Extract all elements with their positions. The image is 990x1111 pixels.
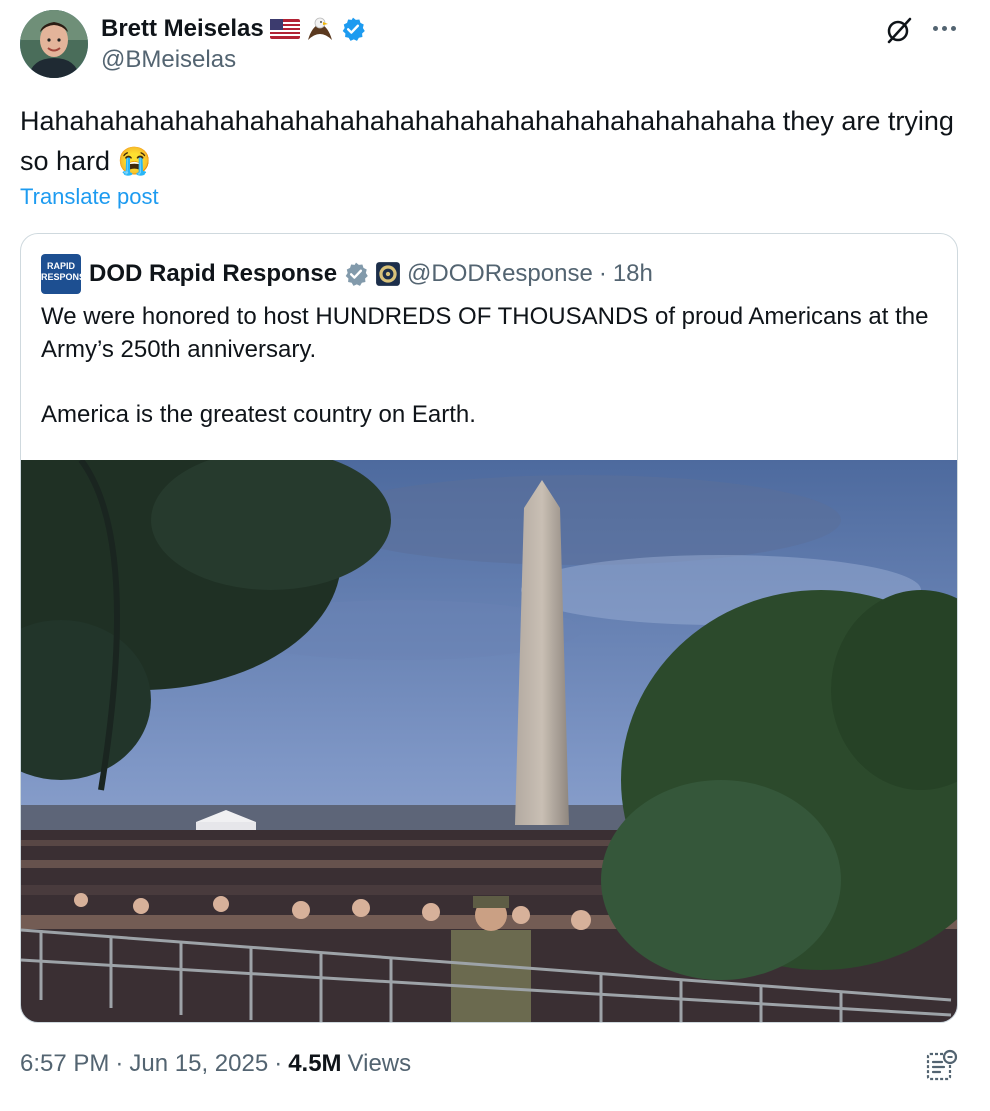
post-text: Hahahahahahahahahahahahahahahahahahahaha… <box>20 106 954 176</box>
quoted-paragraph-1: We were honored to host HUNDREDS OF THOU… <box>41 303 929 363</box>
author-avatar[interactable] <box>20 10 88 78</box>
analytics-icon[interactable] <box>925 1048 959 1082</box>
quoted-handle[interactable]: @DODResponse <box>407 260 593 288</box>
post-meta: 6:57 PM · Jun 15, 2025 · 4.5M Views <box>20 1050 411 1078</box>
quoted-avatar[interactable]: RAPID RESPONSE <box>41 254 91 294</box>
us-flag-icon <box>269 19 300 39</box>
more-dot <box>941 25 947 31</box>
more-icon[interactable] <box>929 16 959 40</box>
dod-seal-icon <box>376 262 400 286</box>
quoted-name[interactable]: DOD Rapid Response <box>89 260 337 288</box>
verified-badge-icon[interactable] <box>340 16 366 42</box>
quoted-separator: · <box>598 260 607 287</box>
gov-verified-badge-icon[interactable] <box>343 261 369 287</box>
quoted-text: We were honored to host HUNDREDS OF THOU… <box>41 300 941 463</box>
quoted-time[interactable]: 18h <box>613 260 653 288</box>
views-count: 4.5M <box>288 1050 342 1077</box>
quoted-paragraph-2: America is the greatest country on Earth… <box>41 401 476 428</box>
quoted-avatar-text: RAPID RESPONSE <box>41 261 92 282</box>
meta-separator: · <box>115 1050 124 1077</box>
more-dot <box>950 25 956 31</box>
author-name-row: Brett Meiselas <box>101 13 366 45</box>
grok-icon[interactable] <box>884 15 914 45</box>
meta-separator: · <box>274 1050 283 1077</box>
quoted-header: DOD Rapid Response @DODResponse · 18h <box>89 256 653 292</box>
quoted-photo[interactable] <box>21 460 957 1022</box>
post-time[interactable]: 6:57 PM <box>20 1050 109 1078</box>
more-dot <box>932 25 938 31</box>
translate-post-link[interactable]: Translate post <box>20 184 159 210</box>
views-label: Views <box>347 1050 412 1077</box>
quoted-post-card[interactable]: RAPID RESPONSE DOD Rapid Response @DODRe… <box>20 233 958 1023</box>
author-name[interactable]: Brett Meiselas <box>101 15 264 43</box>
author-handle[interactable]: @BMeiselas <box>101 46 236 74</box>
post-date[interactable]: Jun 15, 2025 <box>129 1050 268 1078</box>
eagle-icon <box>307 17 332 40</box>
